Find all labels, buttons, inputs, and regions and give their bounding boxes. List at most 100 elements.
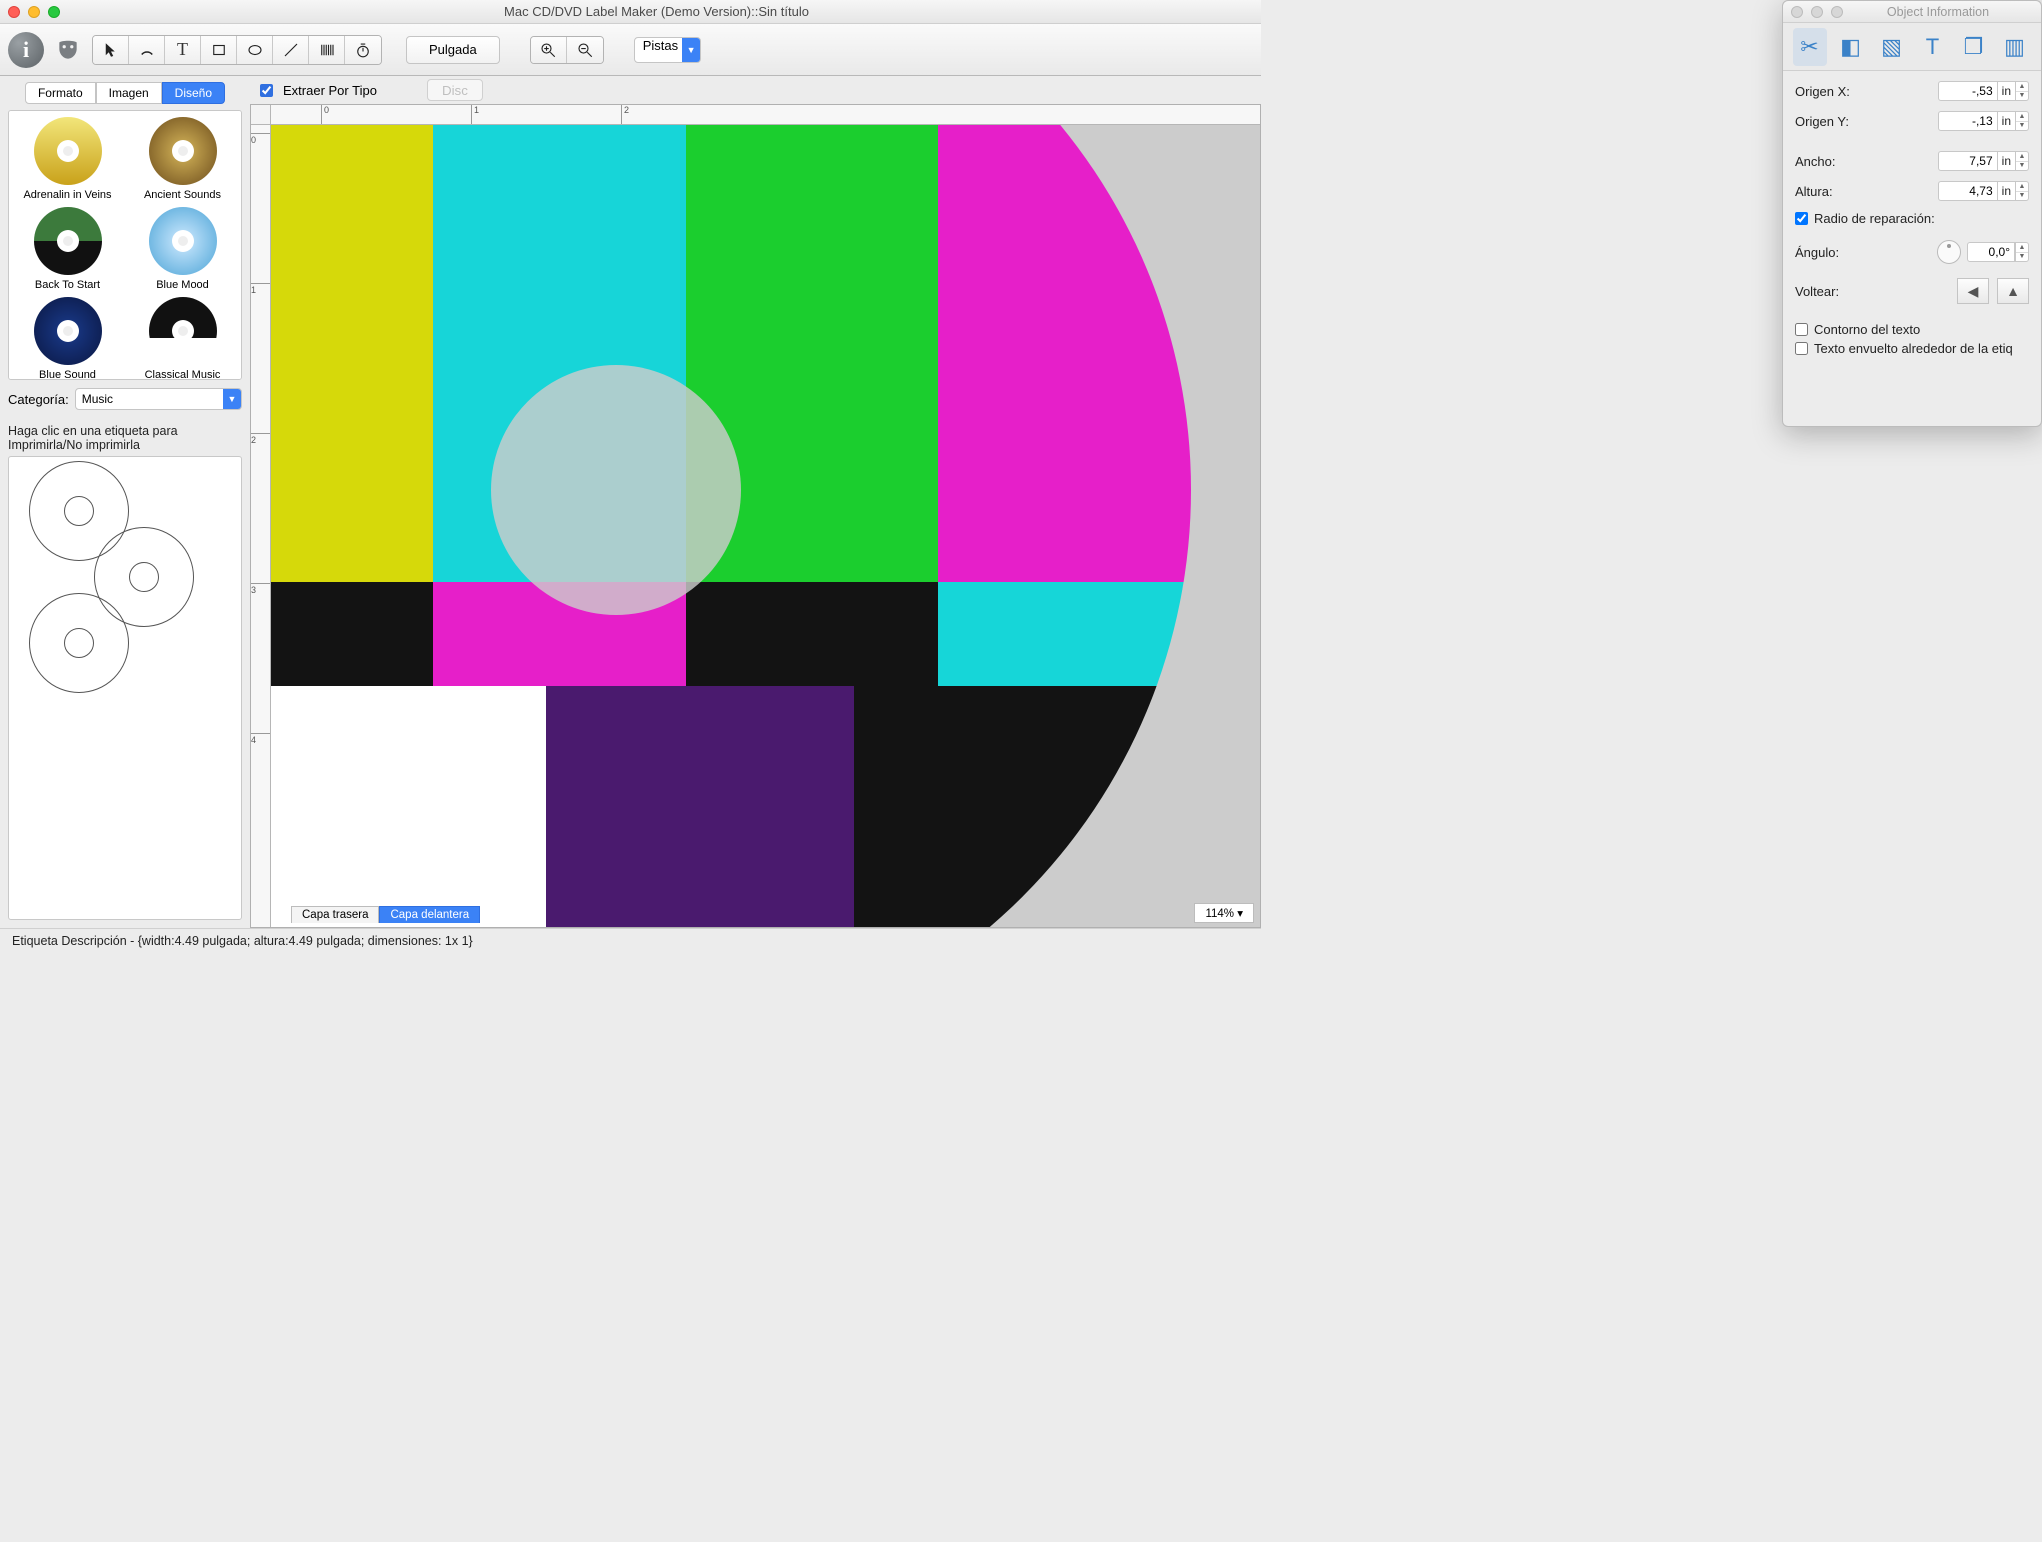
zoom-indicator[interactable]: 114% ▾: [1194, 903, 1254, 923]
unit-button[interactable]: Pulgada: [406, 36, 500, 64]
design-disc-icon: [34, 117, 102, 185]
text-tool[interactable]: T: [165, 36, 201, 64]
shadow-tab-icon[interactable]: ▥: [1998, 28, 2032, 66]
close-window-button[interactable]: [8, 6, 20, 18]
cd-label-shape: [271, 125, 1191, 927]
zoom-in-button[interactable]: [531, 37, 567, 63]
text-tab-icon[interactable]: T: [1916, 28, 1950, 66]
main-toolbar: i T Pulgada Pistas ▼: [0, 24, 1261, 76]
inspector-min-button[interactable]: [1811, 6, 1823, 18]
rect-tool[interactable]: [201, 36, 237, 64]
arrange-tab-icon[interactable]: ❐: [1957, 28, 1991, 66]
tab-diseno[interactable]: Diseño: [162, 82, 225, 104]
zoom-segment: [530, 36, 604, 64]
inspector-body: Origen X: in ▲▼ Origen Y: in ▲▼ Ancho: i…: [1783, 71, 2041, 426]
design-disc-icon: [34, 297, 102, 365]
inspector-titlebar[interactable]: Object Information: [1783, 1, 2041, 23]
category-label: Categoría:: [8, 392, 69, 407]
ellipse-tool[interactable]: [237, 36, 273, 64]
mask-icon[interactable]: [50, 32, 86, 68]
design-grid: Adrenalin in Veins Ancient Sounds Back To …: [8, 110, 242, 380]
origin-x-stepper[interactable]: in ▲▼: [1938, 81, 2029, 101]
left-sidebar: Formato Imagen Diseño Adrenalin in Veins…: [0, 76, 250, 928]
extract-checkbox[interactable]: [260, 84, 273, 97]
zoom-window-button[interactable]: [48, 6, 60, 18]
design-item-label: Classical Music: [130, 369, 235, 380]
minimize-window-button[interactable]: [28, 6, 40, 18]
tracks-select[interactable]: Pistas ▼: [634, 37, 701, 63]
ruler-tick: 3: [251, 583, 270, 595]
sidebar-tabs: Formato Imagen Diseño: [8, 82, 242, 104]
design-disc-icon: [34, 207, 102, 275]
origin-y-input[interactable]: [1938, 111, 1998, 131]
height-stepper[interactable]: in ▲▼: [1938, 181, 2029, 201]
chevron-down-icon: ▼: [682, 38, 700, 62]
wrap-checkbox[interactable]: [1795, 342, 1808, 355]
design-item-label: Back To Start: [15, 279, 120, 291]
height-label: Altura:: [1795, 184, 1932, 199]
ratio-checkbox[interactable]: [1795, 212, 1808, 225]
width-stepper[interactable]: in ▲▼: [1938, 151, 2029, 171]
layer-back[interactable]: Capa trasera: [291, 906, 379, 923]
outline-label: Contorno del texto: [1814, 322, 1920, 337]
stepper-arrows[interactable]: ▲▼: [2015, 81, 2029, 101]
height-input[interactable]: [1938, 181, 1998, 201]
ruler-tick: 1: [251, 283, 270, 295]
angle-dial[interactable]: [1937, 240, 1961, 264]
design-item[interactable]: Ancient Sounds: [130, 117, 235, 201]
barcode-tool[interactable]: [309, 36, 345, 64]
cd-center-hole: [491, 365, 741, 615]
origin-y-stepper[interactable]: in ▲▼: [1938, 111, 2029, 131]
inspector-traffic: [1791, 6, 1843, 18]
geometry-tab-icon[interactable]: ✂: [1793, 28, 1827, 66]
timer-tool[interactable]: [345, 36, 381, 64]
print-hint: Haga clic en una etiqueta para Imprimirl…: [8, 424, 242, 452]
traffic-lights: [8, 6, 60, 18]
layer-front[interactable]: Capa delantera: [379, 906, 480, 923]
design-item[interactable]: Back To Start: [15, 207, 120, 291]
zoom-out-button[interactable]: [567, 37, 603, 63]
status-text: Etiqueta Descripción - {width:4.49 pulga…: [12, 934, 473, 948]
ruler-tick: 0: [321, 105, 329, 124]
image-tab-icon[interactable]: ▧: [1875, 28, 1909, 66]
info-icon[interactable]: i: [8, 32, 44, 68]
design-canvas[interactable]: [271, 125, 1260, 927]
inspector-zoom-button[interactable]: [1831, 6, 1843, 18]
origin-x-input[interactable]: [1938, 81, 1998, 101]
outline-checkbox[interactable]: [1795, 323, 1808, 336]
ruler-tick: 4: [251, 733, 270, 745]
fill-tab-icon[interactable]: ◧: [1834, 28, 1868, 66]
pointer-tool[interactable]: [93, 36, 129, 64]
angle-input[interactable]: [1967, 242, 2015, 262]
flip-horizontal-button[interactable]: ◀: [1957, 278, 1989, 304]
design-item-label: Adrenalin in Veins: [15, 189, 120, 201]
line-tool[interactable]: [273, 36, 309, 64]
angle-label: Ángulo:: [1795, 245, 1931, 260]
design-item[interactable]: Blue Mood: [130, 207, 235, 291]
angle-stepper[interactable]: ▲▼: [1967, 242, 2029, 262]
ruler-corner: [251, 105, 271, 125]
inspector-panel: Object Information ✂ ◧ ▧ T ❐ ▥ Origen X:…: [1782, 0, 2042, 427]
unit-label: in: [1998, 81, 2015, 101]
design-item-label: Blue Mood: [130, 279, 235, 291]
flip-vertical-button[interactable]: ▲: [1997, 278, 2029, 304]
tab-formato[interactable]: Formato: [25, 82, 96, 104]
design-item[interactable]: Adrenalin in Veins: [15, 117, 120, 201]
inspector-close-button[interactable]: [1791, 6, 1803, 18]
category-select[interactable]: Music ▼: [75, 388, 242, 410]
wrap-label: Texto envuelto alrededor de la etiq: [1814, 341, 2013, 356]
width-label: Ancho:: [1795, 154, 1932, 169]
design-disc-icon: [149, 117, 217, 185]
ruler-horizontal: 012: [271, 105, 1260, 125]
tab-imagen[interactable]: Imagen: [96, 82, 162, 104]
design-item[interactable]: Classical Music: [130, 297, 235, 380]
arc-text-tool[interactable]: [129, 36, 165, 64]
status-bar: Etiqueta Descripción - {width:4.49 pulga…: [0, 928, 1261, 952]
design-item[interactable]: Blue Sound: [15, 297, 120, 380]
layout-preview[interactable]: [8, 456, 242, 920]
width-input[interactable]: [1938, 151, 1998, 171]
tracks-select-label: Pistas: [643, 38, 678, 53]
inspector-tabs: ✂ ◧ ▧ T ❐ ▥: [1783, 23, 2041, 71]
extract-label: Extraer Por Tipo: [283, 83, 377, 98]
origin-x-label: Origen X:: [1795, 84, 1932, 99]
